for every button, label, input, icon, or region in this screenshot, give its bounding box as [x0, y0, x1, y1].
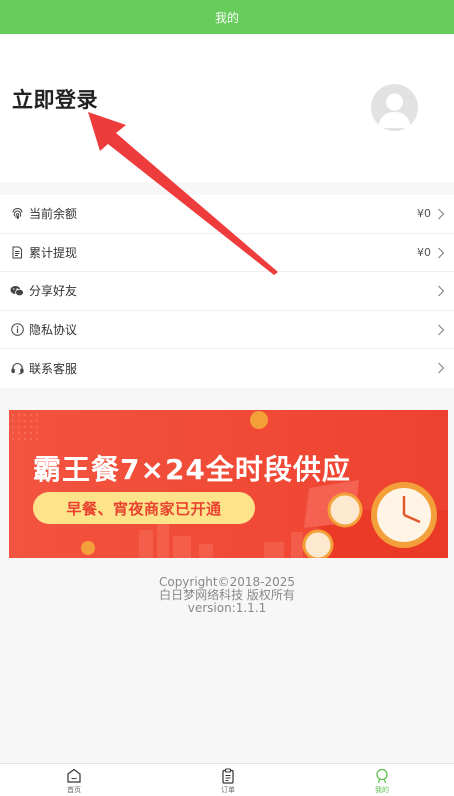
tab-label: 首页 [67, 786, 81, 794]
home-icon [67, 768, 81, 783]
menu-item-label: 当前余额 [29, 207, 78, 222]
page-title: 我的 [214, 10, 239, 25]
tab-bar: 首页 订单 我的 [0, 763, 454, 796]
chevron-right-icon [438, 208, 445, 220]
profile-card: 立即登录 [0, 34, 454, 182]
menu-item-label: 联系客服 [29, 361, 78, 376]
tab-label: 订单 [221, 786, 235, 794]
menu-item-label: 隐私协议 [29, 322, 78, 337]
balance-value: ¥0 [417, 207, 431, 221]
menu-item-balance[interactable]: 当前余额 ¥0 [0, 195, 454, 234]
tab-home[interactable]: 首页 [54, 768, 94, 795]
tab-orders[interactable]: 订单 [208, 768, 248, 795]
menu-item-withdrawal[interactable]: 累计提现 ¥0 [0, 234, 454, 272]
menu-item-share[interactable]: 分享好友 [0, 272, 454, 311]
menu-list: 当前余额 ¥0 累计提现 ¥0 分享好友 隐私协议 联系客服 [0, 195, 454, 388]
tab-label: 我的 [375, 786, 389, 794]
wechat-icon [10, 284, 24, 298]
profile-icon [376, 768, 388, 784]
banner-title: 霸王餐7×24全时段供应 [33, 453, 351, 486]
tab-profile[interactable]: 我的 [362, 768, 402, 795]
user-icon [378, 93, 411, 128]
headset-icon [10, 361, 24, 375]
version-text: version:1.1.1 [187, 601, 267, 615]
banner-subtitle-pill: 早餐、宵夜商家已开通 [33, 492, 255, 524]
copyright-text: Copyright©2018-2025 [158, 575, 296, 589]
chevron-right-icon [438, 362, 445, 374]
withdrawal-value: ¥0 [417, 245, 431, 259]
menu-item-support[interactable]: 联系客服 [0, 349, 454, 388]
info-icon [10, 322, 24, 336]
fingerprint-icon [10, 207, 24, 221]
menu-item-label: 累计提现 [29, 245, 78, 260]
title-bar: 我的 [0, 0, 454, 34]
chevron-right-icon [438, 285, 445, 297]
company-text: 白日梦网络科技 版权所有 [159, 588, 295, 602]
avatar[interactable] [371, 84, 418, 131]
chevron-right-icon [438, 324, 445, 335]
document-icon [10, 245, 24, 259]
promo-banner[interactable]: 霸王餐7×24全时段供应 早餐、宵夜商家已开通 [9, 410, 448, 558]
menu-item-label: 分享好友 [29, 284, 78, 299]
chevron-right-icon [438, 247, 445, 258]
menu-item-privacy[interactable]: 隐私协议 [0, 311, 454, 349]
login-button[interactable]: 立即登录 [12, 84, 98, 114]
banner-subtitle: 早餐、宵夜商家已开通 [66, 499, 222, 518]
clipboard-icon [222, 768, 234, 784]
